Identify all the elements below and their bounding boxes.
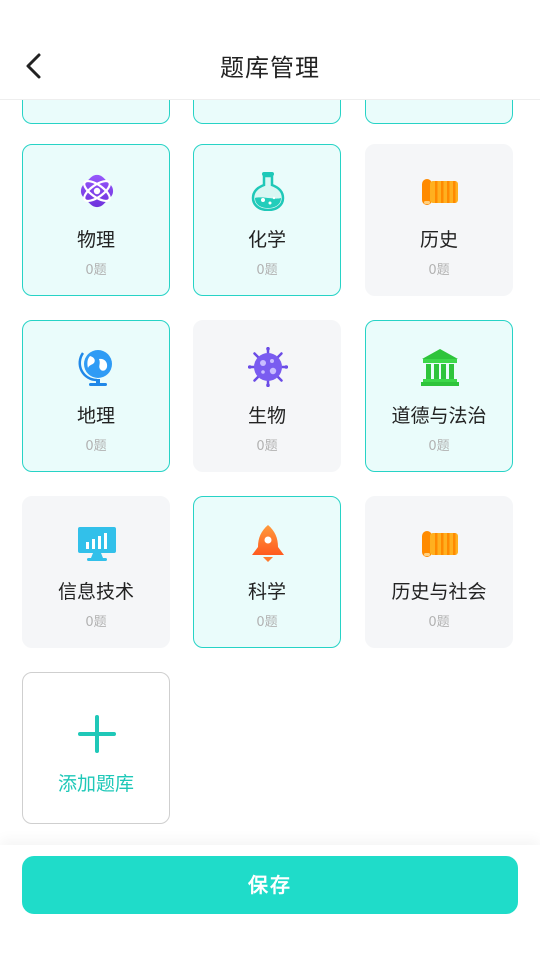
subject-card-ethics-law[interactable]: 道德与法治 0题 [365, 320, 513, 472]
scroll-icon [422, 179, 458, 205]
subject-count: 0题 [256, 439, 278, 454]
save-button[interactable]: 保存 [22, 856, 518, 914]
rocket-icon [252, 525, 284, 562]
subject-name: 生物 [247, 405, 286, 427]
subject-name: 物理 [76, 229, 115, 251]
page-title: 题库管理 [220, 54, 320, 82]
scroll-icon [422, 531, 458, 557]
subject-card-science[interactable]: 科学 0题 [193, 496, 341, 648]
subject-card-it[interactable]: 信息技术 0题 [22, 496, 170, 648]
subject-count: 0题 [85, 615, 107, 630]
subject-card-physics[interactable]: 物理 0题 [22, 144, 170, 296]
subject-count: 0题 [428, 263, 450, 278]
plus-icon [78, 715, 116, 753]
subject-card-partial[interactable] [193, 100, 341, 124]
subject-name: 信息技术 [57, 581, 134, 603]
subject-name: 道德与法治 [391, 405, 487, 427]
subject-count: 0题 [256, 615, 278, 630]
header: 题库管理 [0, 0, 540, 100]
footer: 保存 [0, 845, 540, 960]
subject-count: 0题 [428, 615, 450, 630]
add-subject-button[interactable]: 添加题库 [22, 672, 170, 824]
microbe-icon [248, 347, 288, 387]
add-subject-label: 添加题库 [57, 773, 134, 795]
subject-count: 0题 [85, 263, 107, 278]
subject-card-geography[interactable]: 地理 0题 [22, 320, 170, 472]
subject-grid: 物理 0题 化学 0题 历史 0题 地理 0题 生物 0题 道德与法治 0题 信… [0, 100, 540, 845]
subject-name: 地理 [76, 405, 115, 427]
subject-count: 0题 [428, 439, 450, 454]
subject-card-biology[interactable]: 生物 0题 [193, 320, 341, 472]
atom-icon [80, 174, 114, 208]
courthouse-icon [421, 349, 459, 386]
subject-card-history-society[interactable]: 历史与社会 0题 [365, 496, 513, 648]
subject-name: 历史与社会 [391, 581, 487, 603]
globe-icon [78, 350, 112, 386]
subject-card-history[interactable]: 历史 0题 [365, 144, 513, 296]
subject-count: 0题 [85, 439, 107, 454]
subject-name: 历史 [419, 229, 458, 251]
monitor-chart-icon [78, 527, 116, 561]
subject-card-partial[interactable] [365, 100, 513, 124]
flask-icon [251, 172, 285, 211]
subject-card-partial[interactable] [22, 100, 170, 124]
subject-name: 化学 [247, 229, 286, 251]
subject-count: 0题 [256, 263, 278, 278]
subject-name: 科学 [247, 581, 286, 603]
subject-card-chemistry[interactable]: 化学 0题 [193, 144, 341, 296]
